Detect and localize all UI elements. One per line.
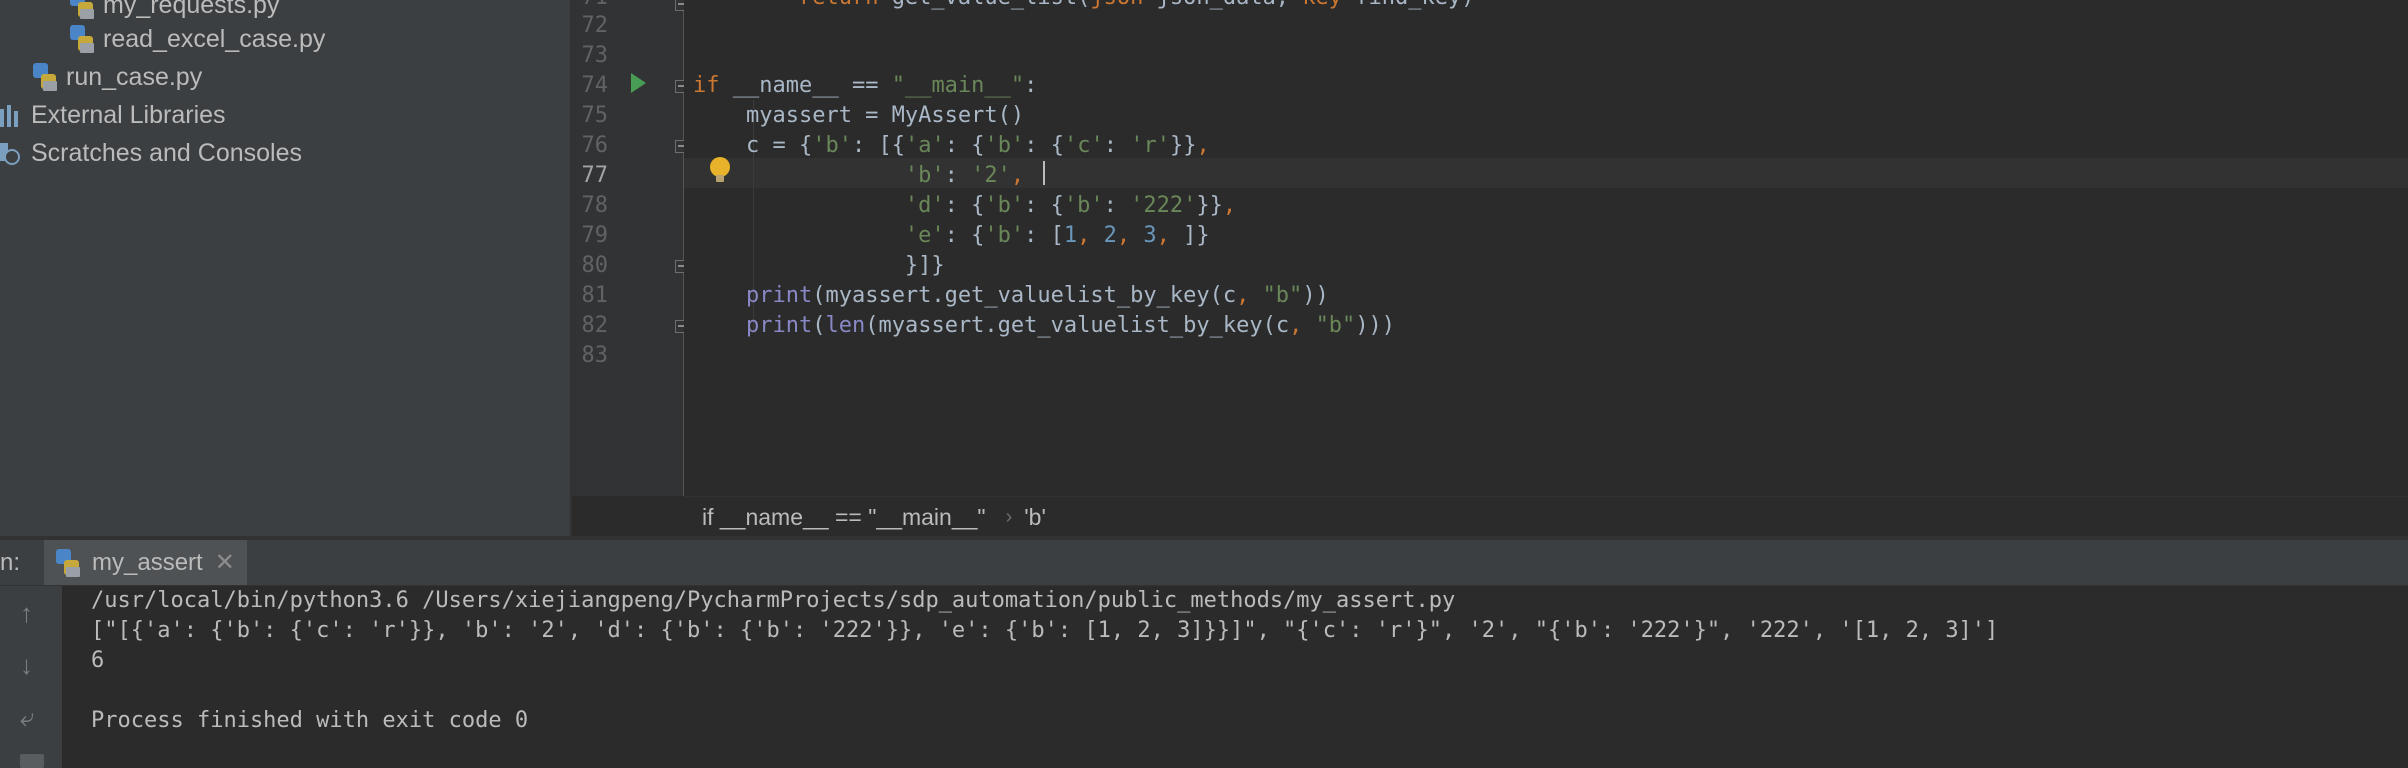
run-label: n: [0, 549, 21, 576]
tree-item-label: run_case.py [66, 63, 203, 91]
line-number: 79 [581, 223, 609, 248]
python-file-icon [70, 25, 94, 53]
code-line-80[interactable]: }]} [693, 251, 945, 281]
console-line: Process finished with exit code 0 [91, 708, 529, 733]
tree-item-scratches-and-consoles[interactable]: Scratches and Consoles [0, 134, 302, 172]
code-line-76[interactable]: c = {'b': [{'a': {'b': {'c': 'r'}}, [693, 131, 1210, 161]
run-tab-label: my_assert [92, 548, 203, 576]
project-tree: my_requests.py read_excel_case.py run_ca… [0, 0, 570, 540]
console-line: /usr/local/bin/python3.6 /Users/xiejiang… [91, 588, 1456, 613]
line-number: 75 [581, 103, 609, 128]
code-line-71[interactable]: return get_value_list(json=json_data, ke… [693, 0, 1475, 13]
breadcrumb-item[interactable]: if __name__ == "__main__" [702, 504, 986, 531]
python-file-icon [56, 548, 80, 577]
line-number: 80 [581, 253, 609, 278]
code-line-75[interactable]: myassert = MyAssert() [693, 101, 1024, 131]
line-number: 72 [581, 13, 609, 38]
breadcrumb: if __name__ == "__main__" › 'b' [684, 496, 2408, 537]
console-line: ["[{'a': {'b': {'c': 'r'}}, 'b': '2', 'd… [91, 618, 1999, 643]
line-number: 76 [581, 133, 609, 158]
scroll-to-end-icon[interactable] [20, 754, 44, 768]
line-number: 78 [581, 193, 609, 218]
code-line-77[interactable]: 'b': '2', [693, 161, 1024, 191]
text-caret [1043, 161, 1045, 185]
tree-item-external-libraries[interactable]: External Libraries [0, 96, 226, 134]
line-number: 82 [581, 313, 609, 338]
code-line-81[interactable]: print(myassert.get_valuelist_by_key(c, "… [693, 281, 1329, 311]
code-line-82[interactable]: print(len(myassert.get_valuelist_by_key(… [693, 311, 1395, 341]
soft-wrap-icon[interactable]: ⤶ [20, 704, 35, 730]
arrow-up-icon[interactable]: ↑ [20, 600, 33, 626]
tree-item-label: read_excel_case.py [103, 25, 326, 53]
close-icon[interactable]: ✕ [215, 548, 235, 577]
tree-item-read-excel-case[interactable]: read_excel_case.py [70, 20, 325, 58]
python-file-icon [70, 0, 94, 19]
line-number: 74 [581, 73, 609, 98]
breadcrumb-separator-icon: › [1005, 505, 1013, 528]
libraries-icon [0, 103, 22, 127]
line-number: 81 [581, 283, 609, 308]
current-line-number: 77 [581, 163, 609, 188]
breadcrumb-item[interactable]: 'b' [1024, 504, 1046, 531]
scratches-icon [0, 141, 22, 165]
line-number: 73 [581, 43, 609, 68]
code-line-74[interactable]: if __name__ == "__main__": [693, 71, 1037, 101]
tree-item-label: Scratches and Consoles [31, 139, 302, 167]
line-number: 83 [581, 343, 609, 368]
run-tab-my-assert[interactable]: my_assert ✕ [44, 540, 247, 585]
tree-item-label: External Libraries [31, 101, 226, 129]
console-line: 6 [91, 648, 105, 673]
run-gutter-icon[interactable] [631, 73, 646, 93]
run-tool-window-header: n: my_assert ✕ [0, 540, 2408, 586]
python-file-icon [33, 63, 57, 91]
code-line-79[interactable]: 'e': {'b': [1, 2, 3, ]} [693, 221, 1210, 251]
tree-item-run-case[interactable]: run_case.py [33, 58, 202, 96]
run-toolbar: ↑ ↓ ⤶ [0, 586, 62, 768]
arrow-down-icon[interactable]: ↓ [20, 652, 33, 678]
code-line-78[interactable]: 'd': {'b': {'b': '222'}}, [693, 191, 1236, 221]
